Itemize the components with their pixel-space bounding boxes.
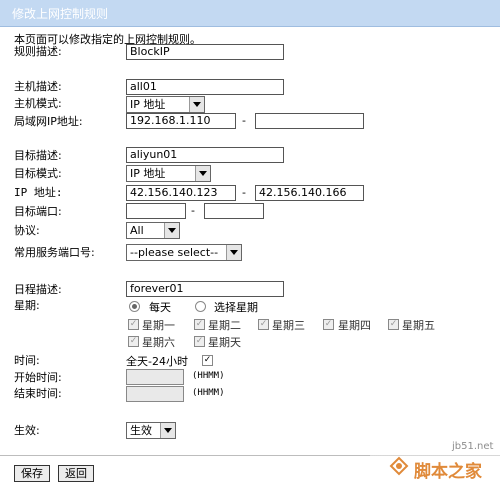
service-port-select[interactable]: --please select-- (126, 244, 242, 261)
target-ip-end-input[interactable]: 42.156.140.166 (255, 185, 364, 201)
end-time-input[interactable] (126, 386, 184, 402)
host-desc-input[interactable]: all01 (126, 79, 284, 95)
chevron-down-icon (164, 223, 179, 238)
select-week-label: 选择星期 (214, 301, 258, 314)
host-ip-label: 局域网IP地址: (14, 115, 83, 128)
day-label: 星期天 (208, 336, 241, 349)
effect-value: 生效 (130, 424, 152, 437)
day-checkbox[interactable]: ✓ (194, 319, 205, 330)
target-port-end-input[interactable] (204, 203, 264, 219)
day-checkbox[interactable]: ✓ (128, 319, 139, 330)
week-label: 星期: (14, 299, 40, 312)
schedule-desc-label: 日程描述: (14, 283, 62, 296)
allday-label: 全天-24小时 (126, 355, 188, 368)
target-ip-start-input[interactable]: 42.156.140.123 (126, 185, 236, 201)
target-desc-input[interactable]: aliyun01 (126, 147, 284, 163)
host-mode-select[interactable]: IP 地址 (126, 96, 205, 113)
select-week-radio[interactable] (195, 301, 206, 312)
host-desc-label: 主机描述: (14, 80, 62, 93)
day-label: 星期二 (208, 319, 241, 332)
day-checkbox[interactable]: ✓ (194, 336, 205, 347)
day-label: 星期一 (142, 319, 175, 332)
protocol-label: 协议: (14, 224, 40, 237)
target-ip-label: IP 地址: (14, 186, 63, 199)
day-checkbox[interactable]: ✓ (128, 336, 139, 347)
rule-desc-input[interactable]: BlockIP (126, 44, 284, 60)
time-label: 时间: (14, 354, 40, 367)
chevron-down-icon (160, 423, 175, 438)
back-button[interactable]: 返回 (58, 465, 94, 482)
host-ip-end-input[interactable] (255, 113, 364, 129)
day-label: 星期六 (142, 336, 175, 349)
host-ip-start-input[interactable]: 192.168.1.110 (126, 113, 236, 129)
day-label: 星期三 (272, 319, 305, 332)
page-title: 修改上网控制规则 (12, 7, 109, 21)
target-desc-label: 目标描述: (14, 149, 62, 162)
effect-select[interactable]: 生效 (126, 422, 176, 439)
target-mode-label: 目标模式: (14, 167, 62, 180)
effect-label: 生效: (14, 424, 40, 437)
title-bar: 修改上网控制规则 (0, 0, 500, 27)
chevron-down-icon (226, 245, 241, 260)
allday-checkbox[interactable]: ✓ (202, 355, 213, 366)
target-mode-select[interactable]: IP 地址 (126, 165, 211, 182)
host-mode-value: IP 地址 (130, 98, 166, 111)
chevron-down-icon (189, 97, 204, 112)
everyday-label: 每天 (149, 301, 171, 314)
everyday-radio[interactable] (129, 301, 140, 312)
day-checkbox[interactable]: ✓ (258, 319, 269, 330)
protocol-select[interactable]: All (126, 222, 180, 239)
start-time-label: 开始时间: (14, 371, 62, 384)
day-checkbox[interactable]: ✓ (323, 319, 334, 330)
day-label: 星期四 (338, 319, 371, 332)
end-time-hint: (HHMM) (192, 388, 225, 398)
host-mode-label: 主机模式: (14, 97, 62, 110)
start-time-hint: (HHMM) (192, 371, 225, 381)
end-time-label: 结束时间: (14, 387, 62, 400)
watermark-brand: 脚本之家 (414, 462, 482, 482)
target-mode-value: IP 地址 (130, 167, 166, 180)
watermark-logo-icon (389, 456, 409, 476)
chevron-down-icon (195, 166, 210, 181)
range-dash: - (242, 114, 246, 127)
start-time-input[interactable] (126, 369, 184, 385)
range-dash: - (191, 204, 195, 217)
schedule-desc-input[interactable]: forever01 (126, 281, 284, 297)
save-button[interactable]: 保存 (14, 465, 50, 482)
day-checkbox[interactable]: ✓ (388, 319, 399, 330)
service-port-value: --please select-- (130, 246, 219, 259)
service-port-label: 常用服务端口号: (14, 246, 95, 259)
target-port-start-input[interactable] (126, 203, 186, 219)
day-label: 星期五 (402, 319, 435, 332)
target-port-label: 目标端口: (14, 205, 62, 218)
rule-desc-label: 规则描述: (14, 45, 62, 58)
range-dash: - (242, 186, 246, 199)
protocol-value: All (130, 224, 144, 237)
